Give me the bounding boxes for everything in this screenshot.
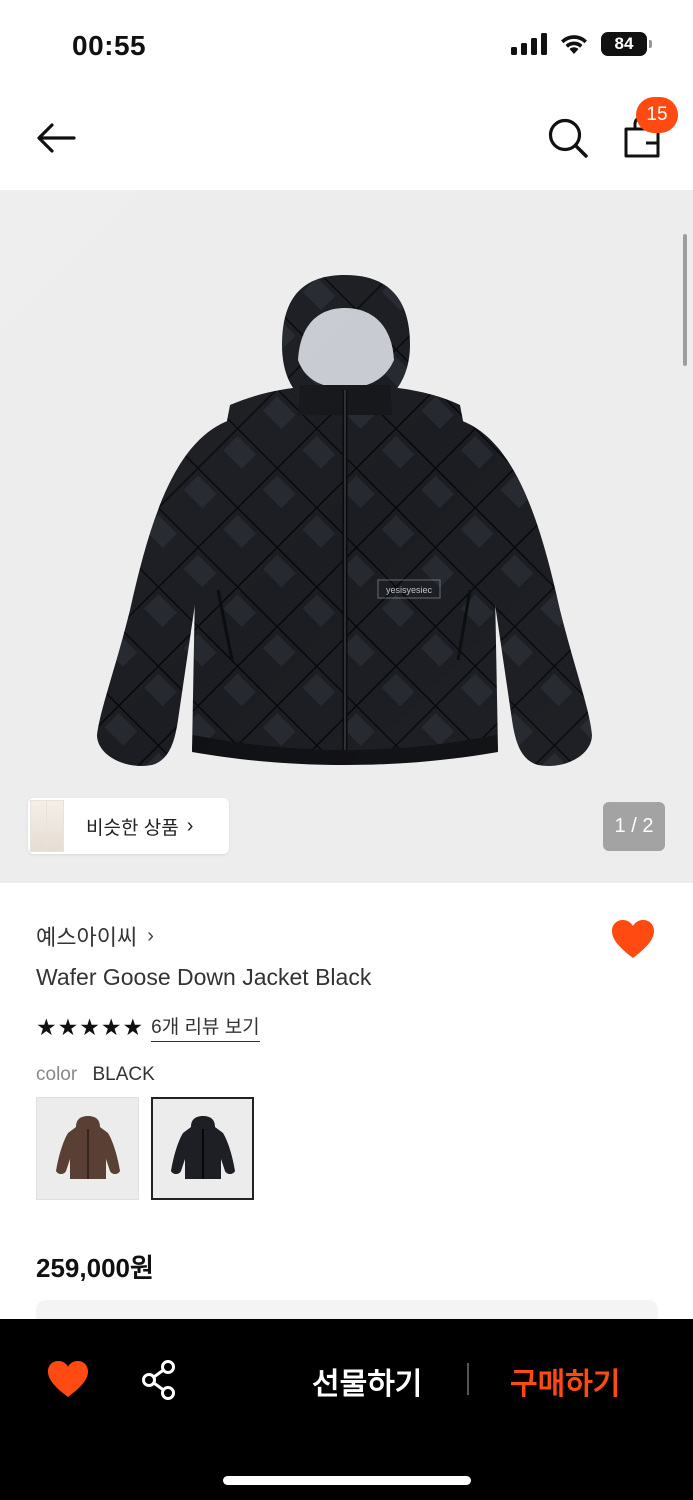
brand-name: 예스아이씨 xyxy=(36,925,138,950)
star-icon: ★ xyxy=(122,1014,144,1040)
gift-button[interactable]: 선물하기 xyxy=(312,1359,422,1403)
review-link[interactable]: 6개 리뷰 보기 xyxy=(151,1012,260,1042)
button-divider xyxy=(467,1363,469,1395)
color-swatch-black[interactable] xyxy=(151,1097,254,1200)
battery-level: 84 xyxy=(614,34,634,53)
color-value: BLACK xyxy=(92,1064,155,1085)
star-icon: ★ xyxy=(57,1014,79,1040)
product-title: Wafer Goose Down Jacket Black xyxy=(36,964,372,990)
image-page-indicator: 1 / 2 xyxy=(603,802,665,851)
star-rating: ★ ★ ★ ★ ★ xyxy=(36,1014,143,1040)
color-label: color xyxy=(36,1064,78,1085)
signal-icon xyxy=(511,33,547,55)
rating-row: ★ ★ ★ ★ ★ 6개 리뷰 보기 xyxy=(36,1012,260,1042)
search-icon[interactable] xyxy=(546,116,590,160)
similar-products-thumbnails xyxy=(28,798,74,854)
image-scrollbar[interactable] xyxy=(683,234,687,366)
wishlist-heart-icon[interactable] xyxy=(46,1359,90,1399)
color-swatch-brown[interactable] xyxy=(36,1097,139,1200)
cart-count-badge: 15 xyxy=(636,97,678,133)
jacket-thumbnail xyxy=(170,1115,235,1179)
status-time: 00:55 xyxy=(72,30,147,61)
product-image-carousel[interactable]: yesisyesiec 비슷한 상품 › 1 / 2 xyxy=(0,190,693,883)
back-arrow-icon[interactable] xyxy=(34,116,80,162)
home-indicator[interactable] xyxy=(223,1476,471,1485)
buy-button[interactable]: 구매하기 xyxy=(510,1359,620,1403)
star-icon: ★ xyxy=(36,1014,57,1040)
chevron-right-icon: › xyxy=(147,924,154,947)
similar-products-label: 비슷한 상품 xyxy=(86,817,179,839)
product-image: yesisyesiec xyxy=(0,190,693,883)
star-icon: ★ xyxy=(79,1014,100,1040)
similar-products-button[interactable]: 비슷한 상품 › xyxy=(28,798,229,854)
star-icon: ★ xyxy=(100,1014,122,1040)
bottom-action-bar: 선물하기 구매하기 xyxy=(0,1319,693,1500)
color-row: color BLACK xyxy=(36,1064,155,1086)
wifi-icon xyxy=(561,35,587,54)
jacket-thumbnail xyxy=(55,1115,120,1179)
chevron-right-icon: › xyxy=(186,814,194,837)
color-swatches xyxy=(36,1097,254,1200)
status-bar: 00:55 84 xyxy=(0,0,693,90)
product-price: 259,000원 xyxy=(36,1253,154,1283)
battery-tip xyxy=(649,40,652,48)
share-icon[interactable] xyxy=(140,1359,178,1401)
brand-link[interactable]: 예스아이씨 › xyxy=(36,920,154,952)
status-icons: 84 xyxy=(511,32,652,56)
battery-icon: 84 xyxy=(601,32,652,56)
top-nav xyxy=(0,90,693,190)
wishlist-heart-icon[interactable] xyxy=(610,918,656,960)
